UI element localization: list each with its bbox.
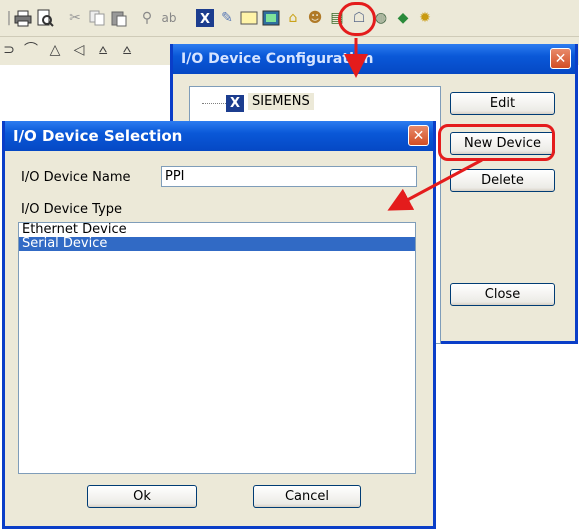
paste-icon[interactable] <box>110 9 128 27</box>
polyline-icon[interactable]: ⊃ <box>0 41 18 59</box>
ok-button[interactable]: Ok <box>87 485 197 508</box>
new-device-highlight <box>438 124 555 161</box>
list-item-ethernet-device[interactable]: Ethernet Device <box>19 223 415 237</box>
io-device-icon-highlight <box>338 2 376 36</box>
tree-item-siemens[interactable]: SIEMENS <box>248 93 314 110</box>
plc-icon[interactable]: X <box>196 9 214 27</box>
print-preview-icon[interactable] <box>36 9 54 27</box>
device-name-label: I/O Device Name <box>21 170 131 185</box>
print-icon[interactable] <box>14 9 32 27</box>
shape-alt-icon[interactable]: ⩟ <box>118 41 136 59</box>
copy-icon[interactable] <box>88 9 106 27</box>
plc-device-icon: X <box>226 95 244 112</box>
cancel-button[interactable]: Cancel <box>253 485 361 508</box>
device-name-input[interactable] <box>161 166 417 187</box>
config-window-title: I/O Device Configuration <box>181 51 374 67</box>
shape-icon[interactable]: ⩟ <box>94 41 112 59</box>
settings-icon[interactable]: ✹ <box>416 9 434 27</box>
replace-icon[interactable]: ab <box>160 9 178 27</box>
alarm-icon[interactable]: ⌂ <box>284 9 302 27</box>
config-title-bar: I/O Device Configuration <box>173 44 575 74</box>
selection-close-icon[interactable]: ✕ <box>408 125 429 146</box>
device-type-list[interactable]: Ethernet Device Serial Device <box>18 222 416 474</box>
io-device-icon[interactable] <box>262 9 280 27</box>
list-item-serial-device[interactable]: Serial Device <box>19 237 415 251</box>
edit-button[interactable]: Edit <box>450 92 555 115</box>
window-icon[interactable] <box>240 9 258 27</box>
selection-dialog-title: I/O Device Selection <box>13 127 183 145</box>
arc-icon[interactable]: ⌒ <box>22 41 40 59</box>
user-icon[interactable]: ☻ <box>306 9 324 27</box>
config-close-icon[interactable]: ✕ <box>550 48 571 69</box>
delete-button[interactable]: Delete <box>450 169 555 192</box>
device-type-label: I/O Device Type <box>21 202 123 217</box>
svg-text:X: X <box>200 12 210 27</box>
module-icon[interactable]: ◆ <box>394 9 412 27</box>
curve-icon[interactable]: ◁ <box>70 41 88 59</box>
polygon-icon[interactable]: △ <box>46 41 64 59</box>
find-icon[interactable]: ⚲ <box>138 9 156 27</box>
selection-title-bar: I/O Device Selection <box>5 121 433 151</box>
close-button[interactable]: Close <box>450 283 555 306</box>
io-device-selection-dialog: I/O Device Selection ✕ I/O Device Name I… <box>2 121 436 529</box>
main-toolbar: | ✂ ⚲ ab X ✎ ⌂ ☻ ▤ ☖ ◍ ◆ ✹ <box>0 0 579 37</box>
script-icon[interactable]: ✎ <box>218 9 236 27</box>
cut-icon[interactable]: ✂ <box>66 9 84 27</box>
